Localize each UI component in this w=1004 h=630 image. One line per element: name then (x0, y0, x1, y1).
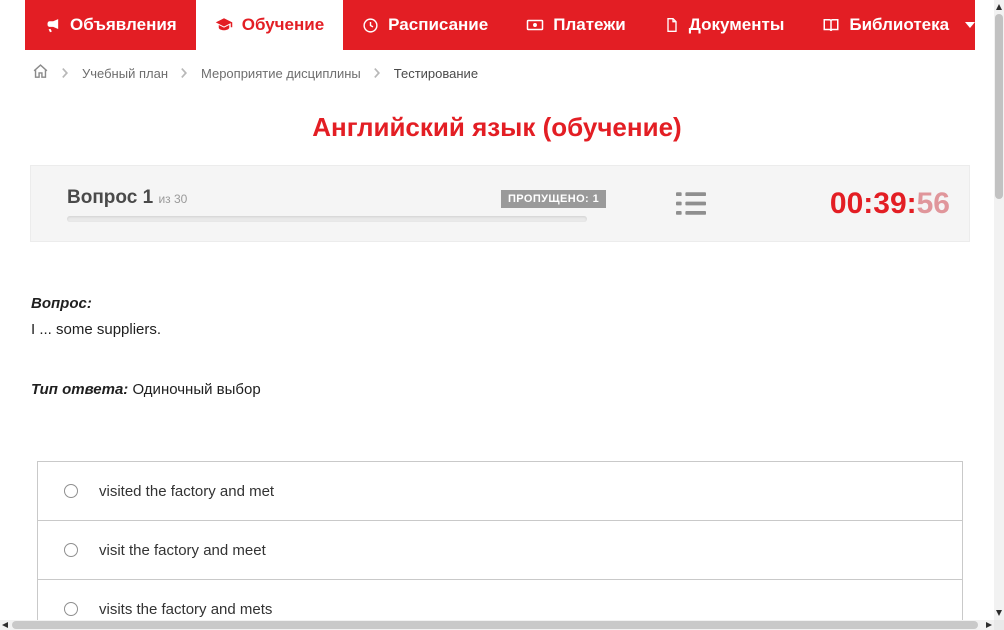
nav-item-label: Объявления (70, 15, 177, 34)
chevron-right-icon (181, 68, 188, 78)
scroll-right-arrow[interactable] (986, 621, 992, 628)
answer-option-label: visited the factory and met (99, 482, 275, 500)
nav-item-label: Документы (688, 15, 785, 34)
question-list-button[interactable] (676, 190, 706, 222)
answer-option[interactable]: visits the factory and mets (37, 579, 963, 620)
nav-item-education[interactable]: Обучение (195, 0, 344, 50)
horizontal-scrollbar-thumb[interactable] (12, 621, 978, 629)
chevron-down-icon (965, 22, 976, 28)
scroll-down-arrow[interactable] (995, 610, 1002, 616)
chevron-right-icon (62, 68, 69, 78)
question-total: из 30 (158, 192, 188, 206)
answer-option-label: visit the factory and meet (99, 541, 266, 559)
clock-icon (362, 17, 379, 34)
breadcrumb-item-curriculum[interactable]: Учебный план (82, 66, 168, 81)
document-icon (664, 17, 680, 33)
scroll-left-arrow[interactable] (2, 621, 8, 628)
vertical-scrollbar[interactable] (994, 0, 1004, 620)
viewport: Объявления Обучение Расписание Платежи Д… (0, 0, 1004, 630)
answer-type-value: Одиночный выбор (132, 381, 261, 398)
progress-bar (67, 216, 587, 222)
question-text: I ... some suppliers. (31, 321, 162, 338)
answer-option[interactable]: visited the factory and met (37, 461, 963, 521)
nav-item-documents[interactable]: Документы (645, 0, 804, 50)
nav-item-label: Обучение (241, 15, 325, 34)
breadcrumb-item-discipline-event[interactable]: Мероприятие дисциплины (201, 66, 361, 81)
graduation-cap-icon (215, 16, 233, 34)
timer-main: 00:39: (829, 187, 917, 220)
answer-option[interactable]: visit the factory and meet (37, 520, 963, 580)
nav-item-announcements[interactable]: Объявления (25, 0, 196, 50)
answer-type-label: Тип ответа: (31, 381, 129, 398)
page-title: Английский язык (обучение) (312, 112, 682, 142)
question-heading: Вопрос: (31, 295, 92, 312)
quiz-header-card: Вопрос 1 из 30 ПРОПУЩЕНО: 1 00:39:56 (30, 165, 970, 242)
scrollbar-corner (994, 620, 1004, 630)
timer: 00:39:56 (830, 187, 950, 221)
vertical-scrollbar-thumb[interactable] (995, 14, 1003, 199)
nav-item-label: Расписание (388, 15, 489, 34)
nav-item-payments[interactable]: Платежи (507, 0, 645, 50)
breadcrumb-item-testing: Тестирование (393, 65, 479, 81)
answer-option-label: visits the factory and mets (99, 600, 273, 618)
nav-item-label: Библиотека (849, 15, 950, 34)
skipped-badge: ПРОПУЩЕНО: 1 (501, 190, 607, 208)
book-icon (822, 16, 840, 34)
page-content: Объявления Обучение Расписание Платежи Д… (0, 0, 994, 620)
horizontal-scrollbar[interactable] (0, 620, 994, 630)
radio-button[interactable] (64, 543, 78, 557)
radio-button[interactable] (64, 484, 78, 498)
question-block: Вопрос: I ... some suppliers. Тип ответа… (31, 291, 261, 403)
megaphone-icon (44, 17, 61, 34)
question-counter: Вопрос 1 из 30 (67, 187, 187, 209)
nav-item-schedule[interactable]: Расписание (343, 0, 507, 50)
timer-seconds: 56 (916, 187, 950, 220)
breadcrumb: Учебный план Мероприятие дисциплины Тест… (32, 60, 478, 86)
list-icon (676, 190, 706, 222)
radio-button[interactable] (64, 602, 78, 616)
nav-item-label: Платежи (553, 15, 626, 34)
chevron-right-icon (373, 68, 381, 78)
question-number: Вопрос 1 (67, 187, 154, 208)
breadcrumb-home[interactable] (32, 63, 49, 83)
home-icon (32, 63, 49, 83)
main-nav: Объявления Обучение Расписание Платежи Д… (25, 0, 976, 50)
answer-options: visited the factory and met visit the fa… (37, 461, 963, 620)
scroll-up-arrow[interactable] (995, 4, 1002, 10)
nav-item-library[interactable]: Библиотека (803, 0, 994, 50)
banknote-icon (526, 16, 544, 34)
